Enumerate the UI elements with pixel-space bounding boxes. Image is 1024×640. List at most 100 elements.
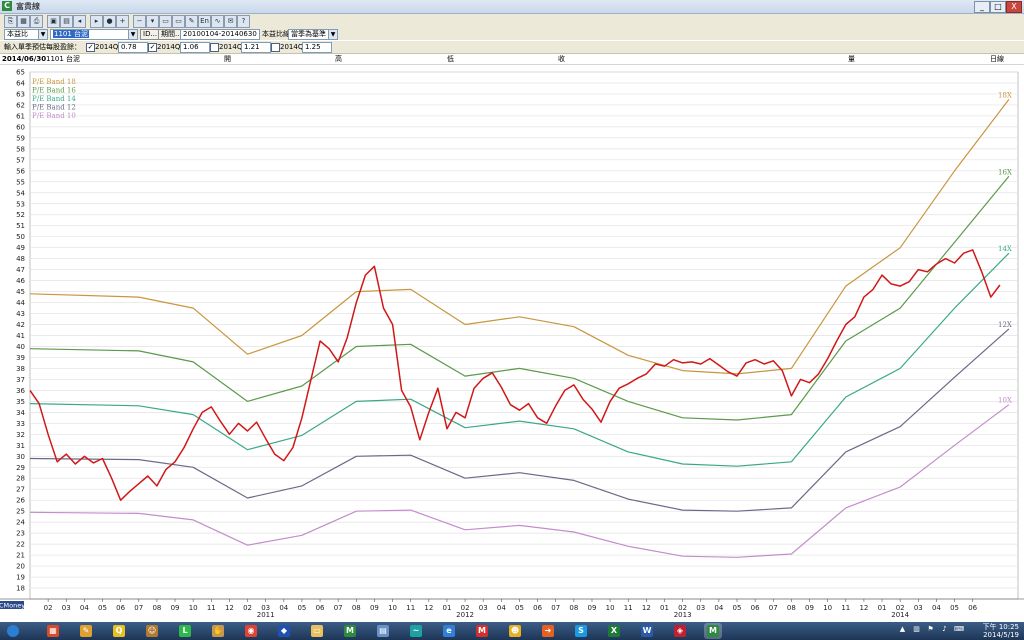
band-end-label: 14X [998, 245, 1012, 253]
x-tick-label: 11 [406, 604, 415, 612]
arrow-app-icon[interactable]: ➜ [539, 623, 557, 639]
network-icon[interactable]: ▥ [912, 625, 921, 634]
y-tick-label: 34 [16, 409, 25, 417]
y-tick-label: 18 [16, 585, 25, 593]
chevron-down-icon: ▼ [38, 30, 47, 39]
x-tick-label: 08 [152, 604, 161, 612]
wave-glyph: ~ [410, 625, 422, 637]
eps-input-label: 輸入單季預估每股盈餘： [4, 43, 81, 51]
x-tick-label: 10 [388, 604, 397, 612]
q4-eps-input[interactable]: 1.25 [302, 42, 332, 53]
legend-item: P/E Band 16 [32, 87, 76, 95]
x-tick-label: 06 [751, 604, 760, 612]
x-tick-label: 01 [878, 604, 887, 612]
q4-checkbox[interactable] [271, 43, 280, 52]
window-icon[interactable]: ▭ [159, 15, 172, 28]
folder-app-icon[interactable]: ▭ [308, 623, 326, 639]
skype-app-icon[interactable]: S [572, 623, 590, 639]
period-field[interactable]: 20100104-20140630 [180, 29, 260, 40]
table-icon[interactable]: ▦ [17, 15, 30, 28]
en-icon[interactable]: En [198, 15, 211, 28]
q-app-icon[interactable]: Q [110, 623, 128, 639]
q1-checkbox[interactable]: ✓ [86, 43, 95, 52]
x-tick-label: 06 [116, 604, 125, 612]
gem-app-icon[interactable]: ◈ [671, 623, 689, 639]
minimize-button[interactable]: _ [974, 1, 990, 13]
help-icon[interactable]: ? [237, 15, 250, 28]
shield-app-icon[interactable]: ◆ [275, 623, 293, 639]
print-icon[interactable]: ⎙ [30, 15, 43, 28]
line-app-icon[interactable]: L [176, 623, 194, 639]
cmoney-app-icon[interactable]: M [341, 623, 359, 639]
x-tick-label: 10 [823, 604, 832, 612]
arrow-glyph: ➜ [542, 625, 554, 637]
up-arrow-icon[interactable]: ▲ [898, 625, 907, 634]
chrome-app-icon[interactable]: ◉ [242, 623, 260, 639]
eps-input-bar: 輸入單季預估每股盈餘： ✓ 2014Q1 0.78 ✓ 2014Q2 1.06 … [0, 41, 1024, 54]
x-tick-label: 06 [968, 604, 977, 612]
q1-eps-input[interactable]: 0.78 [118, 42, 148, 53]
ratio-mode-select[interactable]: 當季為基準 ▼ [288, 29, 338, 40]
tools-icon[interactable]: ✎ [185, 15, 198, 28]
x-tick-label: 09 [805, 604, 814, 612]
y-tick-label: 55 [16, 178, 25, 186]
y-tick-label: 21 [16, 552, 25, 560]
stock-select[interactable]: 1101 台泥 ▼ [50, 29, 138, 40]
maximize-button[interactable]: □ [990, 1, 1006, 13]
q3-checkbox[interactable] [210, 43, 219, 52]
ratio-type-select[interactable]: 本益比 ▼ [4, 29, 48, 40]
q2-eps-input[interactable]: 1.06 [180, 42, 210, 53]
close-button[interactable]: X [1006, 1, 1022, 13]
dropdown-icon[interactable]: ▾ [146, 15, 159, 28]
control-bar: 本益比 ▼ 1101 台泥 ▼ ID... 期間... 20100104-201… [0, 28, 1024, 40]
mail-icon[interactable]: ✉ [224, 15, 237, 28]
doc-app-icon[interactable]: ▤ [374, 623, 392, 639]
reader-app-icon[interactable]: ✋ [209, 623, 227, 639]
word-app-icon[interactable]: W [638, 623, 656, 639]
x-tick-label: 07 [769, 604, 778, 612]
excel-app-icon[interactable]: X [605, 623, 623, 639]
info-date: 2014/06/30 [2, 55, 47, 63]
title-bar: C 富貴線 _ □ X [0, 0, 1024, 14]
window-icon[interactable]: ▭ [172, 15, 185, 28]
band-end-label: 10X [998, 397, 1012, 405]
monkey-glyph: ☺ [146, 625, 158, 637]
y-tick-label: 57 [16, 156, 25, 164]
record-icon[interactable]: ● [103, 15, 116, 28]
zoom-out-icon[interactable]: − [133, 15, 146, 28]
q2-checkbox[interactable]: ✓ [148, 43, 157, 52]
zoom-in-icon[interactable]: + [116, 15, 129, 28]
next-icon[interactable]: ▸ [90, 15, 103, 28]
y-tick-label: 50 [16, 233, 25, 241]
copy-icon[interactable]: ⎘ [4, 15, 17, 28]
start-orb-icon[interactable] [4, 623, 22, 639]
cmoney-active-app-icon[interactable]: M [704, 623, 722, 639]
brand-label: CMoney [0, 602, 25, 610]
ie-app-icon[interactable]: e [440, 623, 458, 639]
ratio-line-label: 本益比線 [262, 30, 290, 38]
face-app-icon[interactable]: ☻ [506, 623, 524, 639]
x-tick-label: 09 [370, 604, 379, 612]
input-icon[interactable]: ⌨ [954, 625, 964, 634]
x-tick-label: 04 [497, 604, 506, 612]
save-icon[interactable]: ▣ [47, 15, 60, 28]
band-end-label: 18X [998, 91, 1012, 99]
flag-icon[interactable]: ⚑ [926, 625, 935, 634]
y-tick-label: 42 [16, 321, 25, 329]
wave-app-icon[interactable]: ~ [407, 623, 425, 639]
cmoney-red-app-icon[interactable]: M [473, 623, 491, 639]
y-tick-label: 27 [16, 486, 25, 494]
y-tick-label: 28 [16, 475, 25, 483]
speaker-icon[interactable]: ♪ [940, 625, 949, 634]
monkey-app-icon[interactable]: ☺ [143, 623, 161, 639]
x-tick-label: 06 [316, 604, 325, 612]
toolbar: ⎘ ▦ ⎙ ▣ ▤ ◂ ▸ ● + − ▾ ▭ ▭ ✎ En ∿ ✉? [0, 14, 1024, 29]
grid-icon[interactable]: ▤ [60, 15, 73, 28]
y-tick-label: 51 [16, 222, 25, 230]
info-period-label: 日線 [990, 55, 1004, 63]
chart-icon[interactable]: ∿ [211, 15, 224, 28]
prev-icon[interactable]: ◂ [73, 15, 86, 28]
q3-eps-input[interactable]: 1.21 [241, 42, 271, 53]
pen-app-icon[interactable]: ✎ [77, 623, 95, 639]
grid-app-icon[interactable]: ▦ [44, 623, 62, 639]
